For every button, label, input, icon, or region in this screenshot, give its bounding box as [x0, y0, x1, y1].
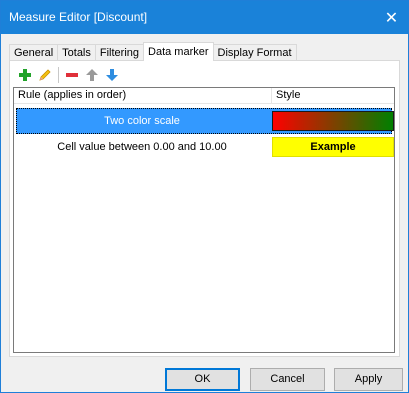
- edit-rule-button[interactable]: [36, 66, 54, 84]
- data-marker-panel: Rule (applies in order) Style Two color …: [9, 60, 400, 357]
- tab-totals[interactable]: Totals: [57, 44, 96, 61]
- column-header-style[interactable]: Style: [272, 88, 300, 104]
- dialog-client-area: General Totals Filtering Data marker Dis…: [1, 34, 408, 392]
- grid-header: Rule (applies in order) Style: [14, 88, 394, 104]
- rule-row[interactable]: Cell value between 0.00 and 10.00 Exampl…: [16, 134, 394, 160]
- rules-toolbar: [16, 66, 123, 84]
- tab-general[interactable]: General: [9, 44, 59, 61]
- apply-button[interactable]: Apply: [334, 368, 403, 391]
- tab-display-format[interactable]: Display Format: [212, 44, 297, 61]
- tab-filtering[interactable]: Filtering: [94, 44, 145, 61]
- remove-rule-button[interactable]: [63, 66, 81, 84]
- close-icon[interactable]: ✕: [375, 1, 408, 34]
- column-header-rule[interactable]: Rule (applies in order): [14, 88, 126, 104]
- remove-icon: [66, 73, 78, 77]
- move-down-icon: [106, 69, 118, 81]
- add-rule-button[interactable]: [16, 66, 34, 84]
- tab-strip: General Totals Filtering Data marker Dis…: [9, 42, 297, 61]
- add-icon: [19, 69, 31, 81]
- cancel-button[interactable]: Cancel: [250, 368, 325, 391]
- rule-text: Two color scale: [104, 115, 180, 127]
- move-up-button[interactable]: [83, 66, 101, 84]
- example-style-preview: Example: [272, 137, 394, 157]
- rules-grid[interactable]: Rule (applies in order) Style Two color …: [13, 87, 395, 353]
- rule-row[interactable]: Two color scale: [16, 108, 394, 134]
- edit-pencil-icon: [39, 69, 51, 81]
- move-down-button[interactable]: [103, 66, 121, 84]
- gradient-style-preview: [272, 111, 394, 131]
- rule-text: Cell value between 0.00 and 10.00: [57, 141, 227, 153]
- ok-button[interactable]: OK: [165, 368, 240, 391]
- tab-data-marker[interactable]: Data marker: [143, 42, 214, 61]
- toolbar-separator: [58, 67, 59, 83]
- window-title: Measure Editor [Discount]: [9, 10, 148, 24]
- title-bar: Measure Editor [Discount] ✕: [1, 1, 408, 34]
- move-up-icon: [86, 69, 98, 81]
- measure-editor-dialog: Measure Editor [Discount] ✕ General Tota…: [0, 0, 409, 393]
